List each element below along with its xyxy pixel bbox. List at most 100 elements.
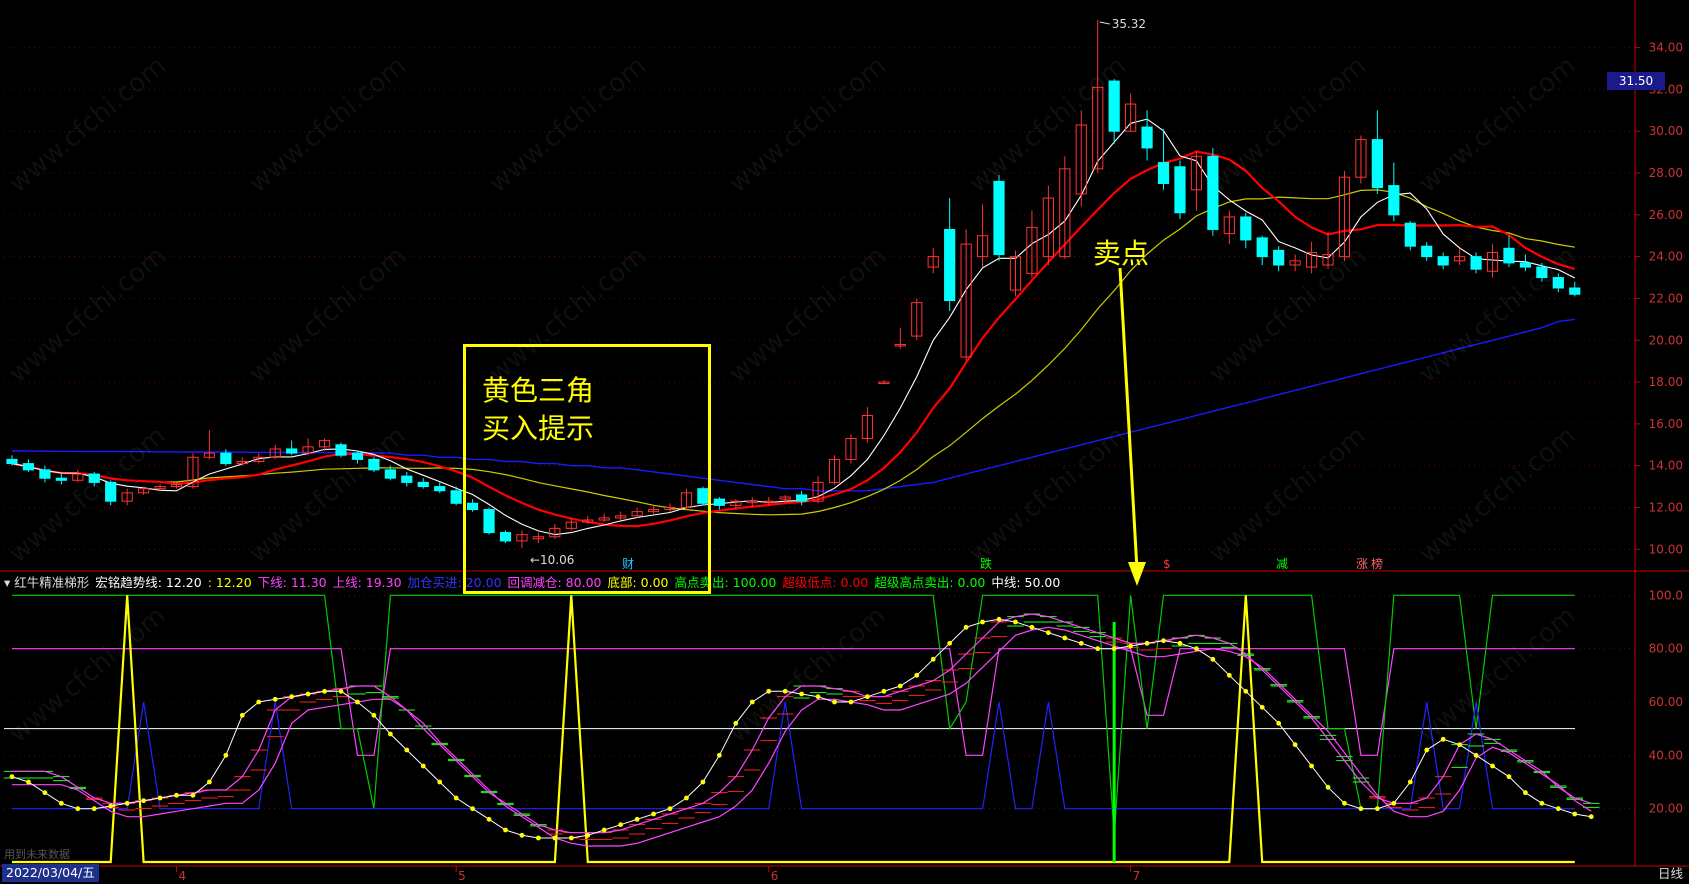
ma20-line xyxy=(11,189,1575,516)
ma60-line-early xyxy=(11,450,391,454)
trend-dot xyxy=(980,619,985,625)
buy-hint-text: 黄色三角 买入提示 xyxy=(482,372,594,448)
trend-dot xyxy=(453,795,459,801)
candle xyxy=(1371,139,1383,189)
candle xyxy=(335,444,347,456)
candle xyxy=(1470,256,1482,270)
trend-dot xyxy=(733,720,739,726)
candle xyxy=(401,475,413,483)
trend-dot xyxy=(1440,736,1446,742)
sell-arrow-shaft xyxy=(1118,267,1139,571)
indicator-tick-label: 60.00 xyxy=(1649,695,1683,709)
candle xyxy=(1503,247,1515,264)
trend-dot xyxy=(1572,811,1578,817)
trend-dot xyxy=(749,699,755,705)
trend-dot xyxy=(486,816,492,822)
trend-dot xyxy=(1457,742,1463,748)
trend-dot xyxy=(996,616,1002,622)
trend-dot xyxy=(1358,806,1364,812)
badge-zhang[interactable]: 涨 xyxy=(1356,557,1368,571)
badge-bang[interactable]: 榜 xyxy=(1371,557,1383,571)
ma5-line xyxy=(11,118,1576,536)
candle xyxy=(417,481,429,488)
trend-dot xyxy=(1555,806,1561,812)
trend-dot xyxy=(848,699,854,705)
trend-dot xyxy=(75,806,81,812)
sell-point-label: 卖点 xyxy=(1093,237,1150,270)
trend-dot xyxy=(1226,672,1232,678)
trend-dot xyxy=(1013,619,1018,625)
badge-cai[interactable]: 财 xyxy=(622,557,634,571)
candle xyxy=(1536,266,1548,279)
trend-dot xyxy=(305,691,311,697)
candle xyxy=(1174,166,1186,214)
trend-dot xyxy=(832,699,837,705)
trend-dot xyxy=(1144,640,1150,646)
candle xyxy=(105,481,117,502)
trend-dot xyxy=(1325,784,1331,790)
trend-dot xyxy=(338,688,344,694)
lower-line xyxy=(12,626,1592,847)
trend-dot xyxy=(9,774,15,780)
stock-chart[interactable]: 10.00 12.00 14.00 16.00 18.00 20.00 22.00 24.00… xyxy=(0,0,1689,884)
trend-dot xyxy=(289,694,295,700)
legend-trend: 宏铭趋势线: 12.20 xyxy=(95,575,206,590)
candle xyxy=(39,469,51,479)
trend-dot xyxy=(239,712,245,718)
trend-dot xyxy=(437,779,443,785)
candle xyxy=(713,498,725,506)
trend-dot xyxy=(815,694,821,700)
trend-dot xyxy=(684,795,689,801)
candle xyxy=(1256,237,1268,258)
badge-dollar[interactable]: $ xyxy=(1163,557,1171,571)
badge-die[interactable]: 跌 xyxy=(980,557,992,571)
legend-super_low: 超级低点: 0.00 xyxy=(782,575,873,590)
legend-super_high_sell: 超级高点卖出: 0.00 xyxy=(874,575,990,590)
trend-dot xyxy=(404,747,410,753)
cursor-date: 2022/03/04/五 xyxy=(2,864,99,882)
sell-arrow-head xyxy=(1128,562,1146,586)
indicator-tick-label: 100.0 xyxy=(1649,588,1683,602)
trend-dot xyxy=(91,806,97,812)
trend-dot xyxy=(503,827,508,833)
trend-dot xyxy=(1095,646,1101,652)
trend-dot xyxy=(1194,646,1199,652)
trend-dot xyxy=(1424,747,1430,753)
trend-dot xyxy=(1177,640,1183,646)
candle xyxy=(1404,222,1416,247)
trend-dot xyxy=(420,763,426,769)
trend-dot xyxy=(766,688,772,694)
trend-dot xyxy=(1062,635,1068,641)
trend-dot xyxy=(947,640,953,646)
trend-dot xyxy=(865,694,870,700)
trend-dot xyxy=(618,822,624,828)
trend-dot xyxy=(1128,643,1134,649)
candle xyxy=(944,228,956,302)
trend-dot xyxy=(157,795,163,801)
candle xyxy=(1273,249,1285,266)
badge-jian[interactable]: 减 xyxy=(1276,557,1288,571)
trend-dot xyxy=(470,806,476,812)
price-tick-label: 14.00 xyxy=(1649,459,1683,473)
upper-line xyxy=(12,613,1592,834)
trend-dot xyxy=(634,816,640,822)
price-tick-label: 28.00 xyxy=(1649,166,1683,180)
trend-dot xyxy=(782,688,788,694)
period-label[interactable]: 日线 xyxy=(1658,863,1683,882)
trend-dot xyxy=(387,731,393,737)
candle xyxy=(55,477,67,481)
time-tick-label: 7 xyxy=(1133,869,1141,883)
candle xyxy=(384,469,396,479)
candle xyxy=(351,452,364,460)
indicator-tick-label: 40.00 xyxy=(1649,748,1683,762)
trend-dot xyxy=(1539,800,1545,806)
trend-dot xyxy=(1292,742,1298,748)
price-tick-label: 18.00 xyxy=(1649,375,1683,389)
candle xyxy=(22,463,35,471)
candle xyxy=(1108,80,1120,132)
trend-dot xyxy=(108,803,114,809)
price-tick-label: 34.00 xyxy=(1649,41,1683,55)
price-tick-label: 20.00 xyxy=(1649,333,1683,347)
trend-dot xyxy=(322,688,327,694)
trend-dot xyxy=(667,806,673,812)
